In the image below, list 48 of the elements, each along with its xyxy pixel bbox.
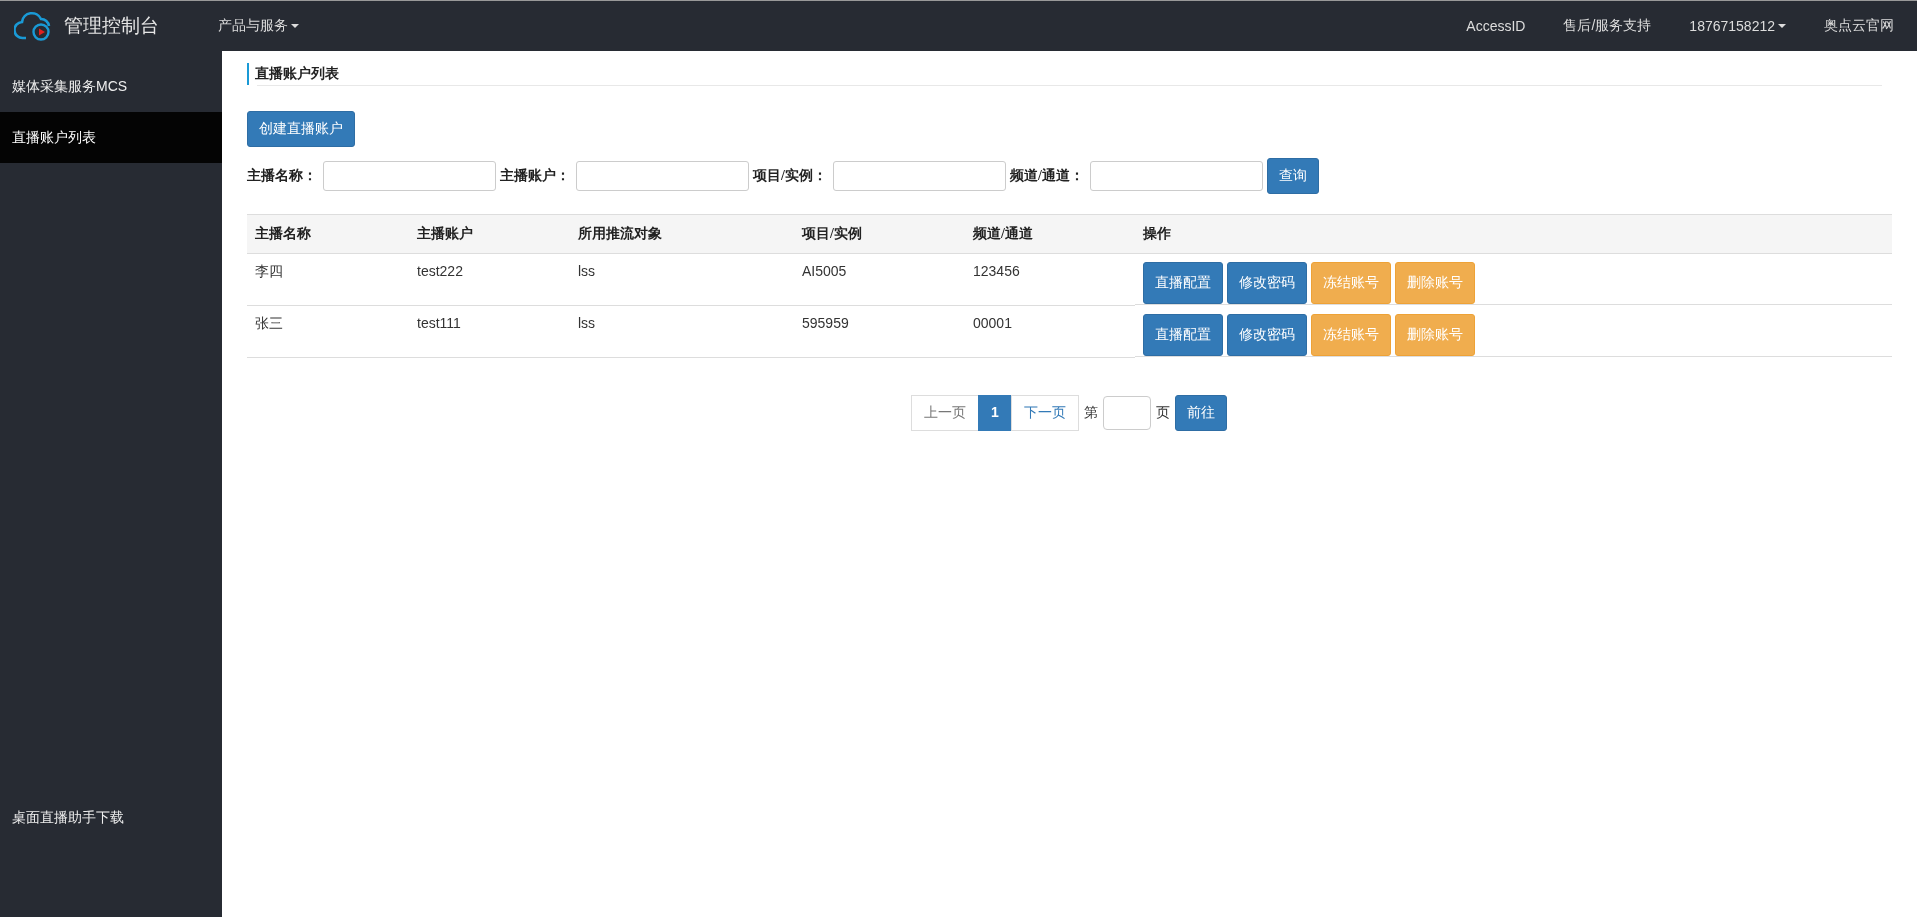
download-link[interactable]: 桌面直播助手下载 <box>0 809 222 917</box>
search-button[interactable]: 查询 <box>1266 158 1319 194</box>
table-cell: lss <box>570 305 794 358</box>
create-account-button[interactable]: 创建直播账户 <box>247 111 355 147</box>
column-header: 主播名称 <box>247 214 409 254</box>
table-cell: test111 <box>409 305 570 358</box>
filter-label: 主播账户： <box>500 167 570 185</box>
column-header: 频道/通道 <box>965 214 1135 254</box>
table-cell: test222 <box>409 253 570 306</box>
action-button[interactable]: 修改密码 <box>1227 262 1307 304</box>
caret-icon <box>291 24 299 28</box>
table-cell: 李四 <box>247 253 409 306</box>
action-button[interactable]: 直播配置 <box>1143 313 1223 356</box>
caret-icon <box>1778 24 1786 28</box>
nav-dropdown[interactable]: 产品与服务 <box>203 17 314 35</box>
table-cell: 595959 <box>794 305 965 358</box>
go-button[interactable]: 前往 <box>1174 395 1227 431</box>
column-header: 主播账户 <box>409 214 570 254</box>
nav-link[interactable]: 奥点云官网 <box>1799 17 1907 35</box>
input-field[interactable] <box>1089 161 1263 191</box>
brand-title[interactable]: 管理控制台 <box>64 13 159 39</box>
action-button[interactable]: 直播配置 <box>1143 262 1223 304</box>
next-page-link[interactable]: 下一页 <box>1010 395 1079 431</box>
column-header: 项目/实例 <box>794 214 965 254</box>
page-prefix-label: 第 <box>1083 404 1098 422</box>
input-field[interactable] <box>576 161 749 191</box>
table-cell: AI5005 <box>794 253 965 306</box>
nav-link[interactable]: 售后/服务支持 <box>1538 17 1665 35</box>
page-suffix-label: 页 <box>1155 404 1170 422</box>
table-cell: 00001 <box>965 305 1135 358</box>
input-field[interactable] <box>832 161 1006 191</box>
column-header: 所用推流对象 <box>570 214 794 254</box>
filter-label: 频道/通道： <box>1009 167 1084 185</box>
page-number-field[interactable] <box>1102 396 1151 430</box>
filter-label: 主播名称： <box>247 167 317 185</box>
sidebar-item[interactable]: 媒体采集服务MCS <box>0 61 222 112</box>
sidebar-item[interactable]: 直播账户列表 <box>0 112 222 163</box>
nav-link[interactable]: AccessID <box>1441 18 1539 34</box>
column-header: 操作 <box>1135 214 1892 254</box>
table-cell: lss <box>570 253 794 306</box>
nav-dropdown[interactable]: 18767158212 <box>1664 18 1799 34</box>
table-cell: 张三 <box>247 305 409 358</box>
input-field[interactable] <box>323 161 496 191</box>
filter-label: 项目/实例： <box>753 167 827 185</box>
table-cell: 123456 <box>965 253 1135 306</box>
action-button[interactable]: 修改密码 <box>1227 313 1307 356</box>
page-number[interactable]: 1 <box>978 395 1012 431</box>
page-title: 直播账户列表 <box>247 63 1892 85</box>
